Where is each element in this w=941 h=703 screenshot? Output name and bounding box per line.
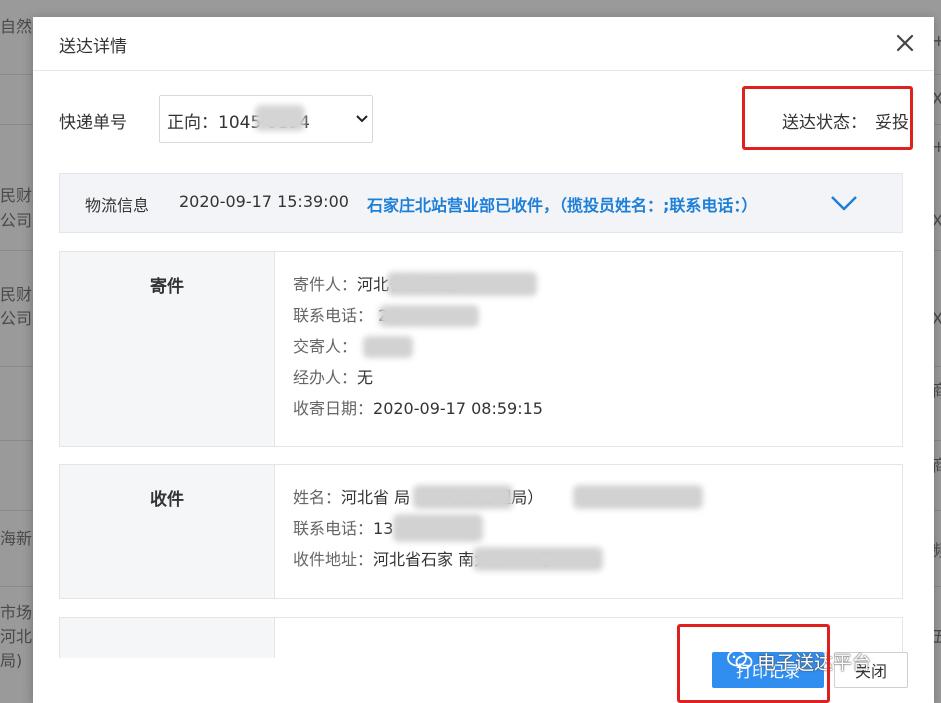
redaction-blur <box>363 336 413 358</box>
next-section-head <box>60 618 275 658</box>
sender-phone-row: 联系电话： 24 <box>293 305 543 336</box>
status-highlight-box <box>742 86 913 150</box>
field-key: 收寄日期： <box>293 399 374 418</box>
sender-title: 寄件 <box>150 277 184 297</box>
expand-chevron-icon[interactable] <box>830 194 858 212</box>
redaction-blur <box>573 485 703 509</box>
receiver-details: 姓名：河北省 局（原河北 管理局） 联系电话：13 收件地址：河北省石家 南大街… <box>293 485 703 580</box>
field-key: 寄件人： <box>293 275 358 294</box>
redaction-blur <box>413 485 513 509</box>
print-highlight-box <box>677 624 830 703</box>
field-value: 13 <box>373 519 394 538</box>
tracking-number-label: 快递单号 <box>59 113 127 133</box>
close-button[interactable] <box>891 29 919 57</box>
receiver-section: 收件 姓名：河北省 局（原河北 管理局） 联系电话：13 收件地址：河北省石家 … <box>59 464 903 599</box>
tracking-number-select[interactable]: 正向：1045 8194 <box>159 95 373 143</box>
receiver-address-row: 收件地址：河北省石家 南大街537号 <box>293 547 603 580</box>
field-key: 联系电话： <box>293 306 374 325</box>
sender-date-row: 收寄日期：2020-09-17 08:59:15 <box>293 398 543 429</box>
logistics-label: 物流信息 <box>85 196 150 215</box>
sender-section-head: 寄件 <box>60 252 275 446</box>
sender-handler-row: 经办人：无 <box>293 367 543 398</box>
field-key: 交寄人： <box>293 337 358 356</box>
logistics-info-bar: 物流信息 2020-09-17 15:39:00 石家庄北站营业部已收件，（揽投… <box>59 173 903 233</box>
field-value: 2020-09-17 08:59:15 <box>373 399 543 418</box>
modal-title: 送达详情 <box>59 37 127 57</box>
bg-cell: 局) <box>0 651 23 670</box>
redaction-blur <box>255 105 305 131</box>
redaction-blur <box>393 514 483 542</box>
receiver-section-head: 收件 <box>60 465 275 598</box>
modal-header: 送达详情 <box>33 17 934 71</box>
chevron-down-icon <box>356 115 368 123</box>
sender-handover-row: 交寄人： <box>293 336 543 367</box>
close-icon <box>896 34 914 52</box>
sender-details: 寄件人：河北省 立案庭 联系电话： 24 交寄人： 经办人：无 收寄日期：202… <box>293 272 543 429</box>
logistics-time: 2020-09-17 15:39:00 <box>179 192 349 211</box>
field-key: 联系电话： <box>293 519 374 538</box>
redaction-blur <box>473 547 603 571</box>
field-key: 经办人： <box>293 368 358 387</box>
receiver-phone-row: 联系电话：13 <box>293 514 553 549</box>
sender-name-row: 寄件人：河北省 立案庭 <box>293 272 543 305</box>
field-key: 收件地址： <box>293 550 374 569</box>
receiver-title: 收件 <box>150 490 184 510</box>
redaction-blur <box>379 305 479 327</box>
field-value: 无 <box>357 368 374 387</box>
sender-section: 寄件 寄件人：河北省 立案庭 联系电话： 24 交寄人： 经办人：无 收寄日期：… <box>59 251 903 447</box>
redaction-blur <box>387 272 537 296</box>
logistics-description: 石家庄北站营业部已收件，（揽投员姓名：;联系电话：） <box>367 196 758 215</box>
field-key: 姓名： <box>293 488 342 507</box>
